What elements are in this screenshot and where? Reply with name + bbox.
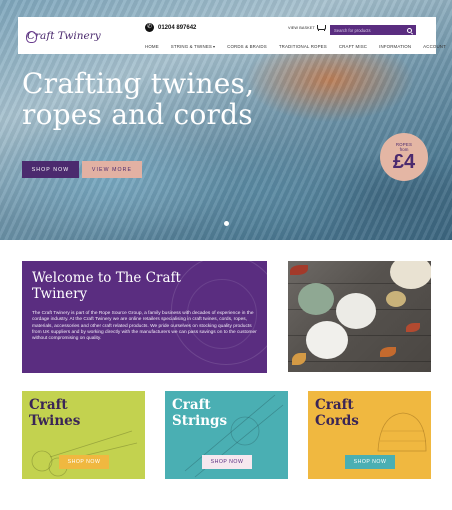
slider-dot[interactable]	[224, 221, 229, 226]
small-gourd	[386, 291, 406, 307]
autumn-leaf	[292, 353, 306, 365]
category-title: Craft Twines	[29, 397, 81, 429]
nav-item-account[interactable]: ACCOUNT	[423, 44, 446, 49]
shop-now-button[interactable]: SHOP NOW	[59, 455, 109, 469]
autumn-leaf	[290, 265, 308, 275]
logo-text: Craft Twinery	[27, 30, 101, 42]
shop-now-button[interactable]: SHOP NOW	[345, 455, 395, 469]
site-logo[interactable]: Craft Twinery	[25, 25, 101, 47]
nav-item-label: ACCOUNT	[423, 43, 446, 49]
hero-view-more-button[interactable]: VIEW MORE	[82, 161, 142, 178]
site-header: Craft Twinery ✆ 01204 897642 VIEW BASKET…	[18, 17, 446, 54]
white-pumpkin	[306, 321, 348, 359]
welcome-title: Welcome to The Craft Twinery	[32, 270, 181, 302]
nav-item-traditional-ropes[interactable]: TRADITIONAL ROPES	[279, 44, 327, 49]
cart-icon	[316, 24, 326, 31]
nav-item-label: STRING & TWINES	[170, 43, 212, 49]
phone-number: 01204 897642	[158, 24, 197, 31]
twine-ball	[390, 261, 431, 289]
white-pumpkin	[336, 293, 376, 329]
basket-label: VIEW BASKET	[288, 25, 315, 30]
autumn-leaf	[380, 347, 396, 357]
main-nav: HOME STRING & TWINES ▾ CORDS & BRAIDS TRA…	[145, 42, 446, 50]
welcome-text: The Craft Twinery is part of the Rope So…	[32, 311, 257, 342]
search-input[interactable]	[334, 27, 404, 33]
nav-item-string-twines[interactable]: STRING & TWINES ▾	[171, 44, 215, 49]
hero-title: Crafting twines, ropes and cords	[22, 67, 255, 131]
nav-item-information[interactable]: INFORMATION	[379, 44, 411, 49]
green-pumpkin	[298, 283, 334, 315]
wood-plank-line	[288, 361, 431, 362]
view-basket-link[interactable]: VIEW BASKET	[288, 24, 326, 31]
category-card-cords[interactable]: Craft Cords SHOP NOW	[308, 391, 431, 479]
nav-item-craft-misc[interactable]: CRAFT MISC	[339, 44, 367, 49]
chevron-down-icon: ▾	[212, 43, 216, 49]
nav-item-label: CORDS & BRAIDS	[227, 43, 267, 49]
category-card-strings[interactable]: Craft Strings SHOP NOW	[165, 391, 288, 479]
category-title: Craft Strings	[172, 397, 228, 429]
autumn-leaf	[406, 323, 420, 332]
search-bar	[330, 25, 416, 35]
ropes-price-badge[interactable]: ROPES from £4	[380, 133, 428, 181]
nav-item-cords-braids[interactable]: CORDS & BRAIDS	[227, 44, 267, 49]
nav-item-home[interactable]: HOME	[145, 44, 159, 49]
welcome-panel: Welcome to The Craft Twinery The Craft T…	[22, 261, 267, 373]
category-title: Craft Cords	[315, 397, 359, 429]
hero-shop-now-button[interactable]: SHOP NOW	[22, 161, 79, 178]
shop-now-button[interactable]: SHOP NOW	[202, 455, 252, 469]
category-card-twines[interactable]: Craft Twines SHOP NOW	[22, 391, 145, 479]
nav-item-label: INFORMATION	[379, 43, 412, 49]
nav-item-label: CRAFT MISC	[338, 43, 368, 49]
nav-item-label: HOME	[145, 43, 159, 49]
search-icon[interactable]	[407, 27, 412, 33]
phone-icon: ✆	[145, 23, 154, 32]
nav-item-label: TRADITIONAL ROPES	[278, 43, 327, 49]
scissors-sketch	[31, 430, 138, 477]
phone-contact[interactable]: ✆ 01204 897642	[145, 23, 196, 32]
badge-price: £4	[392, 150, 416, 173]
pumpkins-twine-photo	[288, 261, 431, 372]
